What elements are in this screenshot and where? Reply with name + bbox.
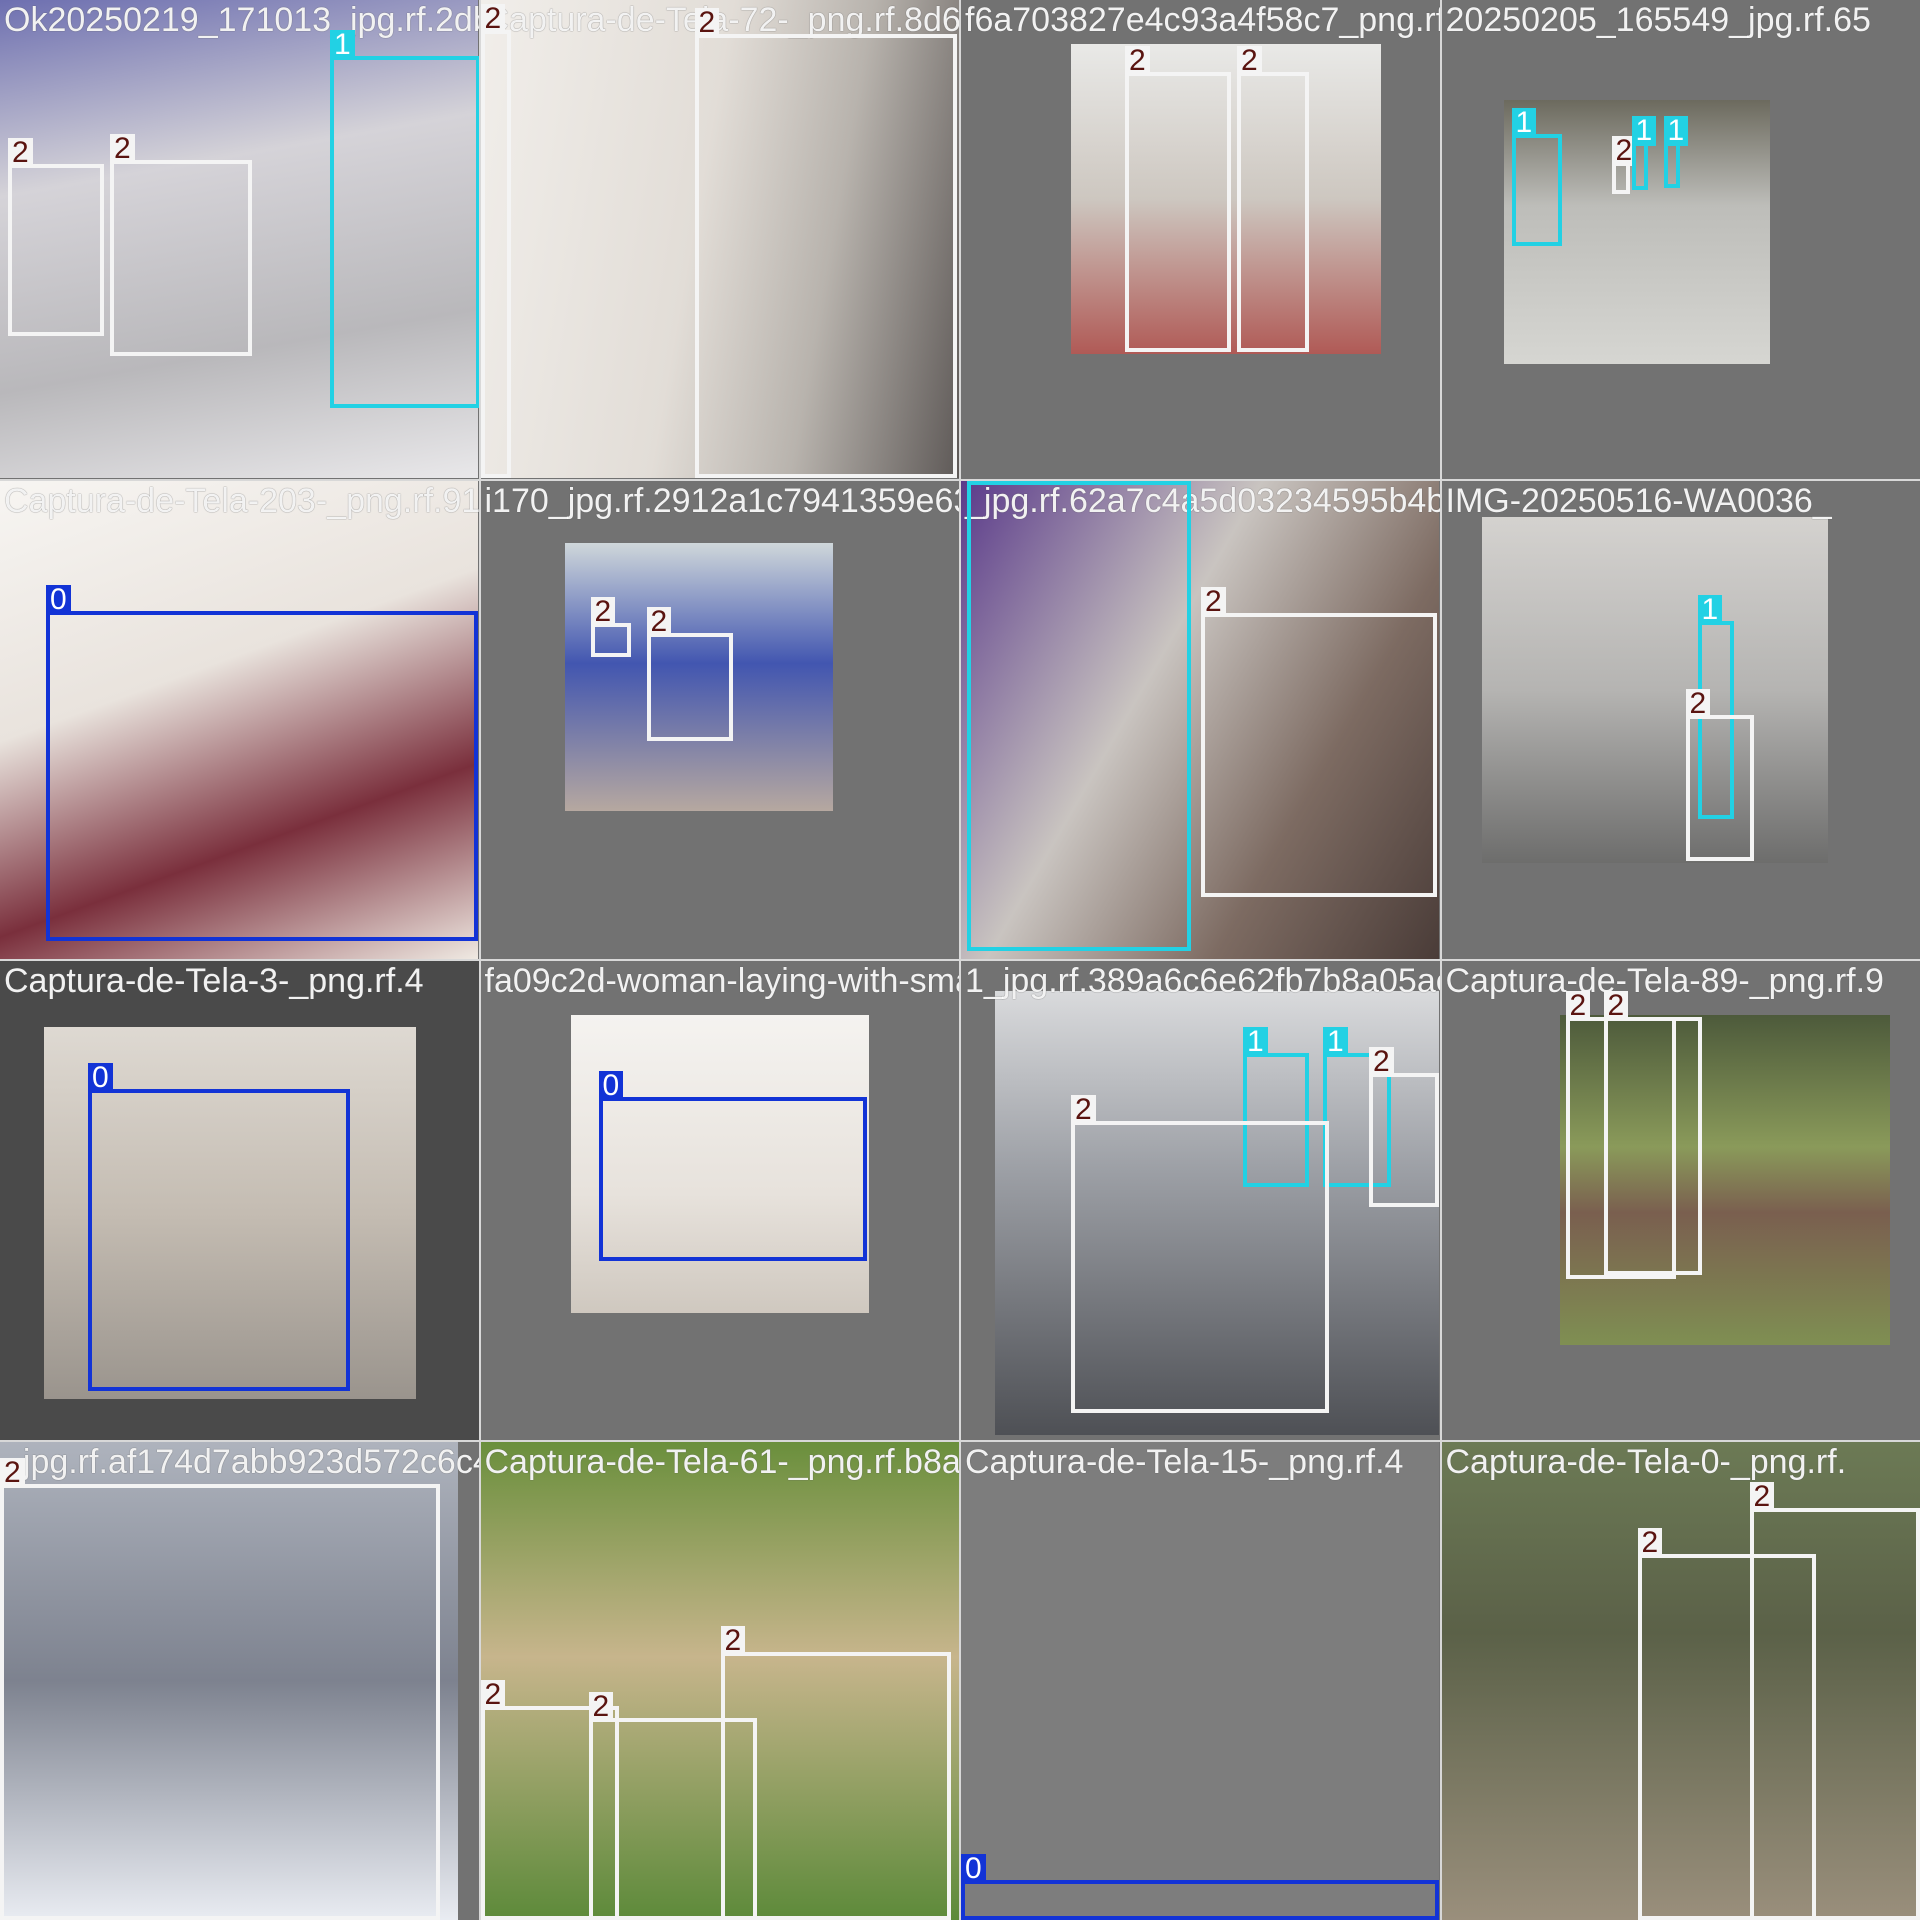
- class-label: 0: [46, 584, 71, 615]
- tile-4: 20250205_165549_jpg.rf.65 1 2 1 1: [1441, 0, 1920, 479]
- class-label: 2: [0, 1457, 25, 1488]
- bbox-person: 2: [110, 134, 252, 356]
- bbox-person: 0: [88, 1063, 350, 1391]
- class-label: 1: [330, 30, 355, 60]
- class-label: 2: [110, 134, 135, 164]
- tile-14: Captura-de-Tela-61-_png.rf.b8a1083c 2 2 …: [480, 1441, 959, 1920]
- tile-3: f6a703827e4c93a4f58c7_png.rf.6c0d1be3a 2…: [961, 0, 1440, 479]
- class-label: 1: [1511, 108, 1537, 138]
- tile-15: Captura-de-Tela-15-_png.rf.4 0: [961, 1441, 1440, 1920]
- bbox-person: 2: [1125, 46, 1231, 352]
- tile-filename: fa09c2d-woman-laying-with-smartphone_: [484, 962, 960, 1000]
- class-label: 1: [967, 480, 992, 485]
- bbox-person: 2: [1369, 1047, 1439, 1207]
- class-label: 2: [1369, 1047, 1394, 1077]
- tile-16: Captura-de-Tela-0-_png.rf. 2 2: [1441, 1441, 1920, 1920]
- bbox-person: 2: [1611, 136, 1637, 194]
- bbox-person: 2: [1071, 1095, 1329, 1413]
- bbox-person: 1: [1631, 116, 1657, 190]
- bbox-person: 2: [1637, 1527, 1816, 1920]
- bbox-person: 2: [1685, 688, 1754, 861]
- class-label: 2: [1201, 586, 1226, 617]
- class-label: 2: [1237, 46, 1262, 76]
- class-label: 2: [1685, 688, 1711, 719]
- tile-filename: f6a703827e4c93a4f58c7_png.rf.6c0d1be3a: [965, 1, 1440, 39]
- class-label: 2: [8, 138, 33, 168]
- class-label: 0: [961, 1853, 986, 1884]
- bbox-person: 0: [961, 1853, 1439, 1920]
- bbox-person: 2: [8, 138, 104, 336]
- tile-9: Captura-de-Tela-3-_png.rf.4 0: [0, 961, 479, 1440]
- tile-8: IMG-20250516-WA0036_ 1 2: [1441, 480, 1920, 959]
- tile-filename: Captura-de-Tela-3-_png.rf.4: [4, 962, 424, 1000]
- class-label: 2: [1565, 991, 1591, 1021]
- tile-12: Captura-de-Tela-89-_png.rf.9 2 2: [1441, 961, 1920, 1440]
- class-label: 2: [480, 4, 506, 34]
- class-label: 1: [1243, 1027, 1268, 1057]
- class-label: 2: [1125, 46, 1150, 76]
- bbox-person: 2: [0, 1457, 440, 1920]
- tile-1: Ok20250219_171013_jpg.rf.2db1ca3b9ea3c43…: [0, 0, 479, 479]
- class-label: 2: [1749, 1481, 1775, 1512]
- class-label: 2: [720, 1625, 746, 1656]
- class-label: 0: [88, 1063, 113, 1093]
- training-batch-mosaic: Ok20250219_171013_jpg.rf.2db1ca3b9ea3c43…: [0, 0, 1920, 1920]
- tile-10: fa09c2d-woman-laying-with-smartphone_ 0: [480, 961, 960, 1440]
- tile-filename: Captura-de-Tela-89-_png.rf.9: [1445, 962, 1884, 1000]
- bbox-person: 1: [1663, 116, 1689, 188]
- bbox-person: 2: [590, 596, 631, 657]
- bbox-person: 2: [1201, 586, 1437, 897]
- class-label: 2: [1603, 991, 1629, 1021]
- class-label: 0: [598, 1071, 624, 1101]
- bbox-person: 2: [1603, 991, 1702, 1275]
- tile-2: Captura-de-Tela-72-_png.rf.8d6f6a2cdc45c…: [480, 0, 959, 479]
- class-label: 2: [590, 596, 616, 627]
- class-label: 1: [1697, 594, 1723, 625]
- tile-photo: [961, 1441, 1439, 1920]
- tile-photo: [1481, 516, 1828, 863]
- bbox-person: 2: [1237, 46, 1309, 352]
- tile-5: Captura-de-Tela-203-_png.rf.917bd8c3b1d …: [0, 480, 479, 959]
- class-label: 1: [1323, 1027, 1348, 1057]
- bbox-person: 1: [330, 30, 479, 408]
- tile-6: i170_jpg.rf.2912a1c7941359e63ac9c7e6387b…: [480, 480, 960, 959]
- tile-13: _jpg.rf.af174d7abb923d572c6c4a9a38efd 2: [0, 1441, 479, 1920]
- tile-filename: 20250205_165549_jpg.rf.65: [1445, 1, 1871, 39]
- class-label: 2: [694, 8, 720, 38]
- bbox-person: 2: [646, 606, 733, 741]
- tile-11: 1_jpg.rf.389a6c6e62fb7b8a05ae8640a4ed6 1…: [961, 961, 1440, 1440]
- class-label: 2: [1637, 1527, 1663, 1558]
- bbox-person: 2: [694, 8, 957, 478]
- tile-filename: i170_jpg.rf.2912a1c7941359e63ac9c7e6387b…: [484, 481, 960, 520]
- class-label: 2: [1071, 1095, 1096, 1125]
- bbox-person: 1: [967, 480, 1191, 951]
- bbox-person: 0: [46, 584, 478, 941]
- class-label: 2: [646, 606, 672, 637]
- class-label: 2: [588, 1691, 614, 1722]
- tile-7: _jpg.rf.62a7c4a5d03234595b4b14a22673 1 2: [961, 480, 1440, 959]
- tile-filename: IMG-20250516-WA0036_: [1445, 481, 1832, 520]
- bbox-person: 2: [480, 4, 511, 478]
- bbox-person: 2: [720, 1625, 951, 1920]
- class-label: 1: [1631, 116, 1657, 146]
- class-label: 1: [1663, 116, 1689, 146]
- class-label: 2: [480, 1679, 506, 1710]
- bbox-person: 0: [598, 1071, 867, 1261]
- bbox-person: 1: [1511, 108, 1562, 246]
